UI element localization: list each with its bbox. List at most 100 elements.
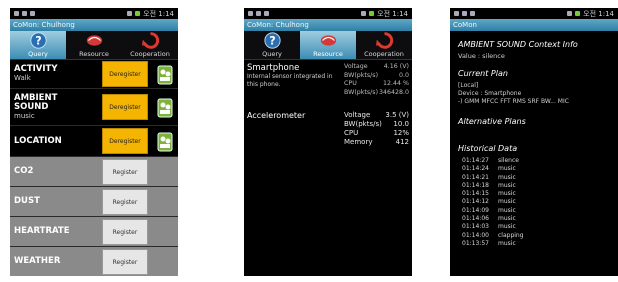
sensor-icon <box>320 35 336 46</box>
resource-accelerometer[interactable]: Accelerometer Voltage 3.5 (V) BW(pkts/s) 1… <box>244 105 412 159</box>
android-icon <box>264 11 269 16</box>
history-value: music <box>498 173 516 181</box>
tab-bar: ? Query Resource Cooperation <box>244 31 412 60</box>
stat-value: 4.16 (V) <box>383 63 409 70</box>
list-item-location: LOCATION Deregister <box>10 126 178 157</box>
tab-query[interactable]: ? Query <box>10 31 66 59</box>
app-title: CoMon <box>450 19 618 31</box>
history-row: 01:14:27 silence <box>462 157 610 165</box>
register-button[interactable]: Register <box>102 188 148 215</box>
history-time: 01:14:06 <box>462 215 489 223</box>
stat-value: 10.0 <box>393 120 409 128</box>
wifi-icon <box>361 11 367 16</box>
stat-label: CPU <box>344 80 357 87</box>
deregister-button[interactable]: Deregister <box>102 128 148 154</box>
tab-cooperation[interactable]: Cooperation <box>356 31 412 59</box>
usb-icon <box>462 11 467 16</box>
history-value: music <box>498 206 516 214</box>
history-value: music <box>498 165 516 173</box>
history-row: 01:14:24 music <box>462 165 610 173</box>
stat-value: 412 <box>395 138 409 146</box>
battery-icon <box>575 11 581 16</box>
group-icon[interactable] <box>156 95 174 119</box>
context-value: Walk <box>14 74 31 82</box>
tab-cooperation[interactable]: Cooperation <box>122 31 178 59</box>
history-value: music <box>498 190 516 198</box>
tab-resource[interactable]: Resource <box>66 31 122 59</box>
tab-label: Query <box>262 50 282 58</box>
tab-bar: ? Query Resource Cooperation <box>10 31 178 60</box>
list-item-weather: WEATHER Register <box>10 247 178 276</box>
svg-text:?: ? <box>269 34 275 47</box>
svg-text:?: ? <box>35 34 41 47</box>
stat-label: Voltage <box>344 111 371 119</box>
history-time: 01:14:27 <box>462 157 489 164</box>
phone-context-info-screen: 오전 1:14 CoMon AMBIENT SOUND Context Info… <box>450 8 618 276</box>
current-plan-title: Current Plan <box>458 69 508 78</box>
plan-device: Device : Smartphone <box>458 90 522 97</box>
tab-label: Query <box>28 50 48 58</box>
app-title: CoMon: Chulhong <box>10 19 178 31</box>
tab-label: Cooperation <box>130 50 170 58</box>
register-button[interactable]: Register <box>102 248 148 275</box>
phone-resource-screen: 오전 1:14 CoMon: Chulhong ? Query Resource… <box>244 8 412 276</box>
plan-pipeline: -) GMM MFCC FFT RMS SRF BW... MIC <box>458 98 569 105</box>
notification-icon <box>454 11 459 16</box>
android-icon <box>470 11 475 16</box>
resource-smartphone[interactable]: Smartphone Internal sensor integrated in… <box>244 60 412 105</box>
history-time: 01:13:57 <box>462 239 489 247</box>
history-row: 01:14:06 music <box>462 215 610 223</box>
history-value: clapping <box>498 231 524 239</box>
phone-query-screen: 오전 1:14 CoMon: Chulhong ? Query Resource… <box>10 8 178 276</box>
history-time: 01:14:24 <box>462 165 489 173</box>
sync-icon <box>141 32 159 49</box>
stat-label: BW(pkts/s) <box>344 88 379 96</box>
plan-location: [Local] <box>458 82 479 89</box>
history-row: 01:14:15 music <box>462 190 610 198</box>
battery-icon <box>135 11 141 16</box>
context-info-heading: AMBIENT SOUND Context Info <box>458 40 578 49</box>
context-value: music <box>14 111 35 120</box>
tab-label: Resource <box>313 50 343 58</box>
historical-data-title: Historical Data <box>458 144 518 153</box>
stat-value: 346428.0 <box>378 88 409 96</box>
group-icon[interactable] <box>156 62 174 86</box>
status-bar: 오전 1:14 <box>10 8 178 19</box>
stat-value: 12% <box>393 129 409 137</box>
alternative-plans-title[interactable]: Alternative Plans <box>458 117 610 126</box>
resource-name: Accelerometer <box>247 111 306 120</box>
register-button[interactable]: Register <box>102 158 148 185</box>
resource-name: Smartphone <box>247 63 300 73</box>
clock: 오전 1:14 <box>377 9 408 18</box>
stat-value: 12.44 % <box>382 80 409 87</box>
stat-value: 3.5 (V) <box>385 111 409 119</box>
app-title: CoMon: Chulhong <box>244 19 412 31</box>
history-list: 01:14:27 silence 01:14:24 music 01:14:21 mu… <box>458 157 610 248</box>
group-icon[interactable] <box>156 129 174 153</box>
history-row: 01:14:18 music <box>462 182 610 190</box>
sensor-icon <box>86 35 102 46</box>
deregister-button[interactable]: Deregister <box>102 61 148 87</box>
stat-value: 0.0 <box>398 71 409 79</box>
battery-icon <box>369 11 375 16</box>
wifi-icon <box>127 11 133 16</box>
history-value: music <box>498 239 516 247</box>
history-time: 01:14:09 <box>462 206 489 214</box>
history-row: 01:14:03 music <box>462 223 610 231</box>
history-row: 01:14:00 clapping <box>462 232 610 240</box>
status-bar: 오전 1:14 <box>244 8 412 19</box>
history-row: 01:14:09 music <box>462 207 610 215</box>
tab-resource[interactable]: Resource <box>300 31 356 59</box>
notification-icon <box>14 11 19 16</box>
tab-query[interactable]: ? Query <box>244 31 300 59</box>
deregister-button[interactable]: Deregister <box>102 94 148 120</box>
history-row: 01:13:57 music <box>462 240 610 248</box>
sync-icon <box>375 32 393 49</box>
history-value: music <box>498 215 516 223</box>
history-value: silence <box>498 157 519 164</box>
register-button[interactable]: Register <box>102 218 148 245</box>
context-name: CO2 <box>14 166 34 176</box>
notification-icon <box>248 11 253 16</box>
wifi-icon <box>567 11 573 16</box>
history-value: music <box>498 223 516 231</box>
